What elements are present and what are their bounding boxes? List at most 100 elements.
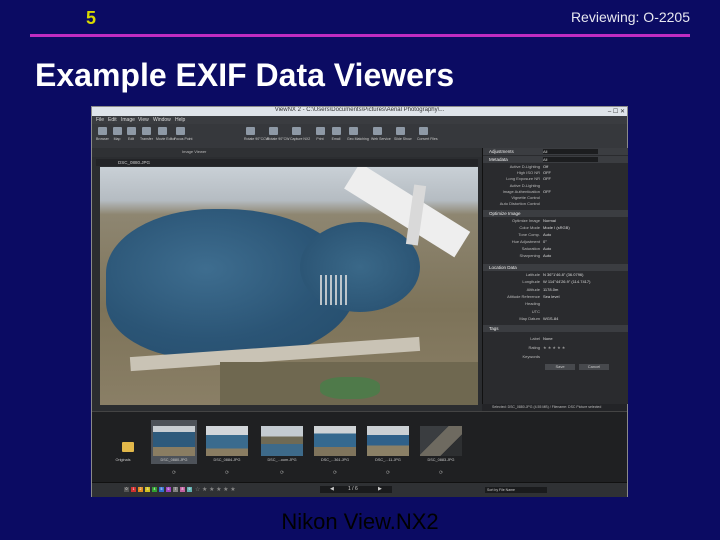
tags-header[interactable]: Tags [483, 325, 628, 332]
toolbar-map-button[interactable]: Map [111, 127, 123, 141]
metadata-row: Active D-Lighting Off [483, 164, 628, 170]
thumbnail-image [261, 426, 303, 456]
viewer-mode-label[interactable]: Image Viewer [182, 149, 206, 154]
filmstrip-thumb[interactable]: DSC_...oom.JPG [259, 420, 305, 464]
filmstrip-thumb[interactable]: DSC_0880.JPG [151, 420, 197, 464]
toolbar-geo-matching-button[interactable]: Geo Matching [347, 127, 369, 141]
toolbar-rotate-cw-button[interactable]: Rotate 90°CW [267, 127, 289, 141]
metadata-header[interactable]: Metadata All [483, 156, 628, 163]
toolbar-transfer-button[interactable]: Transfer [140, 127, 153, 141]
sort-select[interactable]: Sort by File Name [485, 487, 547, 493]
menu-window[interactable]: Window [153, 117, 171, 123]
toolbar-print-button[interactable]: Print [314, 127, 326, 141]
toolbar-rotate-ccw-button[interactable]: Rotate 90°CCW [244, 127, 269, 141]
metadata-key: Color Mode [519, 225, 540, 230]
window-title: ViewNX 2 - C:\Users\Documents\Pictures\A… [274, 107, 445, 113]
bottom-bar: 0123456789 ☆ ★ ★ ★ ★ ★ ◀ 1 / 6 ▶ Sort by… [92, 482, 627, 497]
filmstrip-thumb[interactable]: DSC_0883.JPG [418, 420, 464, 464]
rotate-icon[interactable]: ⟳ [386, 470, 390, 476]
rotate-icon[interactable]: ⟳ [172, 470, 176, 476]
location-header[interactable]: Location Data [483, 264, 628, 271]
label-color-button[interactable]: 2 [138, 487, 143, 492]
toolbar-browser-button[interactable]: Browser [96, 127, 109, 141]
photo-marina [320, 275, 350, 305]
rotate-icon[interactable]: ⟳ [439, 470, 443, 476]
metadata-key: Map Datum [519, 315, 540, 321]
header-divider [30, 34, 690, 37]
menu-view[interactable]: View [138, 117, 149, 123]
rotate-ccw-icon [245, 127, 255, 135]
rotate-icon[interactable]: ⟳ [280, 470, 284, 476]
menu-bar: File Edit Image View Window Help [92, 116, 627, 124]
thumbnail-image [314, 426, 356, 456]
filmstrip: Originals DSC_0880.JPG DSC_0884.JPG DSC_… [92, 411, 627, 482]
viewnx2-screenshot: ViewNX 2 - C:\Users\Documents\Pictures\A… [91, 106, 628, 497]
metadata-row: Auto Distortion Control [483, 201, 628, 207]
main-toolbar: Browser Map Edit Transfer Movie Editor F… [92, 124, 627, 149]
capture-nx2-icon [291, 127, 301, 135]
label-color-button[interactable]: 5 [159, 487, 164, 492]
metadata-value: Off [543, 164, 549, 169]
rotate-icon[interactable]: ⟳ [333, 470, 337, 476]
prev-page-icon[interactable]: ◀ [330, 486, 334, 492]
metadata-panel: Adjustments All Metadata All Active D-Ligh… [482, 148, 628, 404]
tag-keywords-row: Keywords [522, 354, 540, 359]
slide-show-icon [395, 127, 405, 135]
toolbar-slide-show-button[interactable]: Slide Show [394, 127, 412, 141]
print-icon [315, 127, 325, 135]
toolbar-movie-editor-button[interactable]: Movie Editor [156, 127, 175, 141]
filmstrip-thumb[interactable]: DSC_...361.JPG [312, 420, 358, 464]
metadata-row: Latitude N 36°1'46.8" (36.0796) [483, 272, 628, 278]
toolbar-convert-files-button[interactable]: Convert Files [417, 127, 438, 141]
toolbar-edit-button[interactable]: Edit [125, 127, 137, 141]
metadata-row: Optimize Image Normal [483, 218, 628, 224]
window-titlebar: ViewNX 2 - C:\Users\Documents\Pictures\A… [92, 107, 627, 116]
metadata-value: Sea level [543, 293, 560, 299]
label-color-button[interactable]: 3 [145, 487, 150, 492]
thumbnail-image [420, 426, 462, 456]
filmstrip-thumb[interactable]: DSC_0884.JPG [204, 420, 250, 464]
menu-file[interactable]: File [96, 117, 104, 123]
toolbar-email-button[interactable]: Email [330, 127, 342, 141]
thumbnail-image [367, 426, 409, 456]
metadata-key: Latitude [525, 272, 540, 277]
label-color-button[interactable]: 9 [187, 487, 192, 492]
save-button[interactable]: Save [545, 364, 575, 370]
optimize-header[interactable]: Optimize Image [483, 210, 628, 217]
pager: ◀ 1 / 6 ▶ [320, 486, 392, 493]
adjustments-header[interactable]: Adjustments All [483, 148, 628, 155]
folder-icon [122, 442, 134, 452]
toolbar-capture-nx2-button[interactable]: Capture NX2 [290, 127, 310, 141]
rating-filter-stars[interactable]: ☆ ★ ★ ★ ★ ★ [195, 486, 236, 493]
metadata-key: High ISO NR [516, 170, 540, 176]
filmstrip-thumb[interactable]: DSC_...11.JPG [365, 420, 411, 464]
label-color-button[interactable]: 4 [152, 487, 157, 492]
menu-edit[interactable]: Edit [108, 117, 117, 123]
metadata-key: Altitude Reference [507, 293, 540, 299]
metadata-value: Normal [543, 218, 556, 223]
label-color-button[interactable]: 8 [180, 487, 185, 492]
label-color-button[interactable]: 0 [124, 487, 129, 492]
cancel-button[interactable]: Cancel [579, 364, 609, 370]
rating-stars[interactable]: ★ ★ ★ ★ ★ [543, 345, 565, 350]
toolbar-web-service-button[interactable]: Web Service [371, 127, 391, 141]
adjustments-select[interactable]: All [543, 149, 598, 154]
metadata-select[interactable]: All [543, 157, 598, 162]
window-controls[interactable]: – ☐ ✕ [608, 108, 625, 115]
toolbar-focus-point-button[interactable]: Focus Point [174, 127, 192, 141]
label-select[interactable]: None [543, 336, 553, 341]
metadata-row: Altitude 1178.0m [483, 287, 628, 293]
next-page-icon[interactable]: ▶ [378, 486, 382, 492]
label-color-button[interactable]: 1 [131, 487, 136, 492]
tag-label-row: Label None [530, 336, 553, 341]
metadata-key: Heading [525, 301, 540, 307]
label-color-button[interactable]: 6 [166, 487, 171, 492]
rotate-icon[interactable]: ⟳ [225, 470, 229, 476]
menu-image[interactable]: Image [121, 117, 135, 123]
metadata-key: Active D-Lighting [509, 164, 540, 169]
label-color-button[interactable]: 7 [173, 487, 178, 492]
metadata-key: Auto Distortion Control [499, 201, 540, 207]
menu-help[interactable]: Help [175, 117, 185, 123]
filmstrip-folder[interactable]: Originals [100, 420, 146, 464]
metadata-key: Vignette Control [511, 195, 540, 200]
